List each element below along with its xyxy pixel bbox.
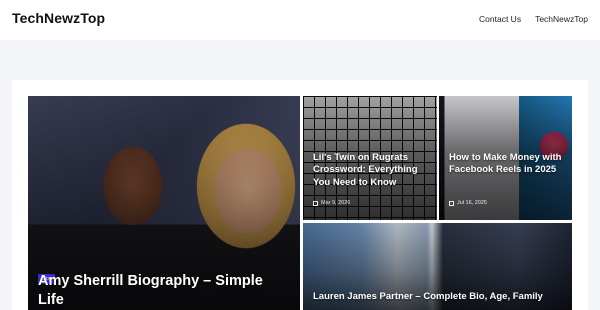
post-date-text: Jul 16, 2025 — [457, 200, 487, 206]
post-title[interactable]: Lil's Twin on Rugrats Crossword: Everyth… — [313, 152, 427, 189]
post-title[interactable]: How to Make Money with Facebook Reels in… — [449, 152, 562, 177]
featured-posts-section: Blog Amy Sherrill Biography – Simple Lif… — [12, 80, 588, 310]
post-title[interactable]: Amy Sherrill Biography – Simple Life — [38, 272, 290, 310]
nav-item-technewztop[interactable]: TechNewzTop — [535, 14, 588, 24]
calendar-icon — [313, 200, 318, 206]
post-date: Jul 16, 2025 — [449, 200, 487, 206]
main-nav: Contact Us TechNewzTop — [479, 14, 588, 24]
site-title[interactable]: TechNewzTop — [12, 10, 105, 26]
post-date-text: Mar 9, 2026 — [321, 200, 351, 206]
featured-post-crossword[interactable]: Lil's Twin on Rugrats Crossword: Everyth… — [303, 96, 437, 220]
featured-post-reels[interactable]: How to Make Money with Facebook Reels in… — [439, 96, 572, 220]
featured-posts-grid: Blog Amy Sherrill Biography – Simple Lif… — [28, 96, 572, 310]
featured-post-lauren[interactable]: Lauren James Partner – Complete Bio, Age… — [303, 223, 572, 310]
featured-post-main[interactable]: Blog Amy Sherrill Biography – Simple Lif… — [28, 96, 300, 310]
calendar-icon — [449, 200, 454, 206]
site-header: TechNewzTop Contact Us TechNewzTop — [0, 0, 600, 40]
post-title[interactable]: Lauren James Partner – Complete Bio, Age… — [313, 291, 562, 303]
post-date: Mar 9, 2026 — [313, 200, 350, 206]
nav-item-contact-us[interactable]: Contact Us — [479, 14, 521, 24]
